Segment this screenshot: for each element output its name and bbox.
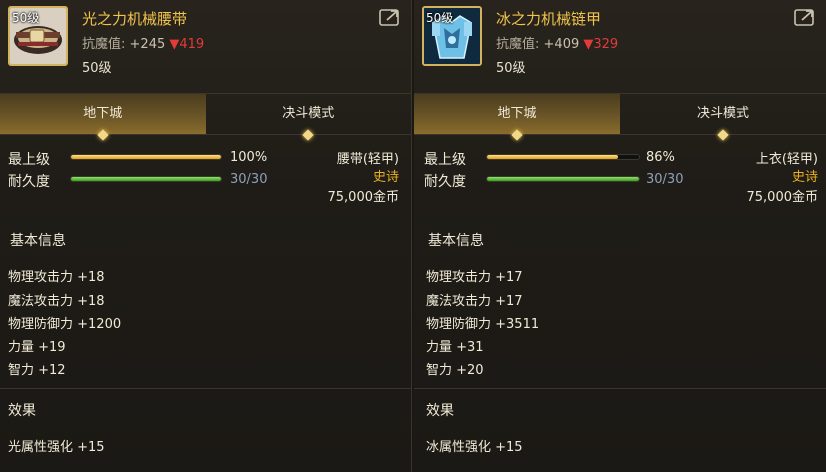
tab-duel[interactable]: 决斗模式 bbox=[206, 94, 412, 141]
magic-resist-down: ▼419 bbox=[169, 37, 205, 52]
level-tag: 50级 bbox=[12, 11, 40, 25]
item-tooltip-panel-left: 50级 光之力机械腰带 抗魔值: +245 ▼419 50级 地下城 决斗模式 … bbox=[0, 0, 412, 472]
stat-line: 物理攻击力 +18 bbox=[8, 270, 105, 285]
stat-line: 魔法攻击力 +18 bbox=[8, 294, 105, 309]
mode-tabs: 地下城 决斗模式 bbox=[0, 93, 412, 141]
tab-dungeon[interactable]: 地下城 bbox=[0, 94, 206, 141]
equip-type: 上衣(轻甲) bbox=[755, 152, 818, 167]
durability-label: 耐久度 bbox=[424, 174, 466, 190]
stat-line: 物理攻击力 +17 bbox=[426, 270, 523, 285]
magic-resist-label: 抗魔值: bbox=[496, 37, 540, 52]
effect-title: 效果 bbox=[8, 403, 36, 419]
magic-resist-value: +409 bbox=[543, 37, 580, 52]
stat-line: 物理防御力 +1200 bbox=[8, 317, 122, 332]
rarity-label: 史诗 bbox=[372, 170, 399, 185]
durability-label: 耐久度 bbox=[8, 174, 50, 190]
stat-line: 智力 +20 bbox=[426, 363, 484, 378]
magic-resist-line: 抗魔值: +409 ▼329 bbox=[496, 33, 618, 52]
durability-bar bbox=[486, 176, 640, 182]
durability-value: 30/30 bbox=[646, 172, 684, 187]
item-icon-frame[interactable]: 50级 bbox=[8, 6, 68, 66]
tab-dungeon-label: 地下城 bbox=[497, 106, 537, 121]
magic-resist-value: +245 bbox=[129, 37, 166, 52]
stat-line: 力量 +31 bbox=[426, 340, 484, 355]
basic-info-title: 基本信息 bbox=[428, 233, 484, 249]
tab-indicator-icon bbox=[97, 129, 109, 141]
price-label: 75,000金币 bbox=[327, 190, 400, 205]
tab-dungeon[interactable]: 地下城 bbox=[414, 94, 620, 141]
mode-tabs: 地下城 决斗模式 bbox=[414, 93, 826, 141]
max-upgrade-bar bbox=[70, 154, 222, 160]
tab-dungeon-label: 地下城 bbox=[83, 106, 123, 121]
item-level: 50级 bbox=[82, 61, 112, 76]
max-upgrade-percent: 100% bbox=[230, 150, 268, 165]
effect-line: 冰属性强化 +15 bbox=[426, 440, 523, 455]
tab-duel-label: 决斗模式 bbox=[282, 106, 335, 121]
max-upgrade-percent: 86% bbox=[646, 150, 675, 165]
item-icon-frame[interactable]: 50级 bbox=[422, 6, 482, 66]
item-name: 光之力机械腰带 bbox=[82, 10, 188, 28]
equip-type: 腰带(轻甲) bbox=[336, 152, 399, 167]
durability-value: 30/30 bbox=[230, 172, 268, 187]
tab-indicator-icon bbox=[511, 129, 523, 141]
max-upgrade-bar bbox=[486, 154, 640, 160]
magic-resist-line: 抗魔值: +245 ▼419 bbox=[82, 33, 204, 52]
stat-line: 智力 +12 bbox=[8, 363, 66, 378]
divider bbox=[0, 388, 411, 389]
stat-line: 魔法攻击力 +17 bbox=[426, 294, 523, 309]
tab-duel-label: 决斗模式 bbox=[696, 106, 749, 121]
tab-duel[interactable]: 决斗模式 bbox=[620, 94, 826, 141]
basic-info-title: 基本信息 bbox=[10, 233, 66, 249]
item-header: 50级 光之力机械腰带 抗魔值: +245 ▼419 50级 bbox=[0, 0, 411, 90]
max-upgrade-label: 最上级 bbox=[424, 152, 466, 168]
effect-title: 效果 bbox=[426, 403, 454, 419]
effect-line: 光属性强化 +15 bbox=[8, 440, 105, 455]
rarity-label: 史诗 bbox=[791, 170, 818, 185]
stat-line: 力量 +19 bbox=[8, 340, 66, 355]
magic-resist-label: 抗魔值: bbox=[82, 37, 126, 52]
level-tag: 50级 bbox=[426, 11, 454, 25]
tab-indicator-icon bbox=[717, 129, 729, 141]
share-icon[interactable] bbox=[379, 8, 401, 26]
divider bbox=[414, 388, 826, 389]
item-level: 50级 bbox=[496, 61, 526, 76]
max-upgrade-label: 最上级 bbox=[8, 152, 50, 168]
durability-bar bbox=[70, 176, 222, 182]
item-header: 50级 冰之力机械链甲 抗魔值: +409 ▼329 50级 bbox=[414, 0, 826, 90]
item-name: 冰之力机械链甲 bbox=[496, 10, 602, 28]
tab-indicator-icon bbox=[302, 129, 314, 141]
magic-resist-down: ▼329 bbox=[583, 37, 619, 52]
price-label: 75,000金币 bbox=[746, 190, 819, 205]
share-icon[interactable] bbox=[794, 8, 816, 26]
stat-line: 物理防御力 +3511 bbox=[426, 317, 540, 332]
item-tooltip-panel-right: 50级 冰之力机械链甲 抗魔值: +409 ▼329 50级 地下城 决斗模式 … bbox=[414, 0, 826, 472]
